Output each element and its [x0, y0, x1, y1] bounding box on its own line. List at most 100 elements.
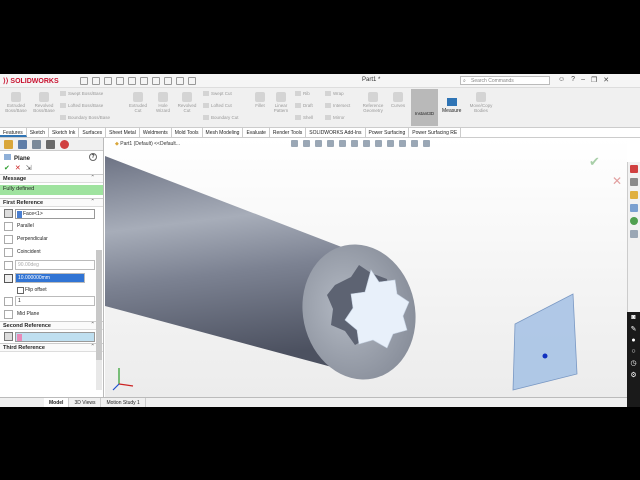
file-props-icon[interactable] — [176, 77, 184, 85]
revolved-boss-button[interactable]: Revolved Boss/Base — [30, 92, 58, 113]
mirror-button[interactable]: Mirror — [325, 115, 345, 120]
settings-icon[interactable]: ⚙ — [627, 371, 640, 379]
file-explorer-icon[interactable] — [630, 191, 638, 199]
config-manager-icon[interactable] — [32, 140, 41, 149]
user-icon[interactable]: ☺ — [558, 76, 565, 84]
parallel-option[interactable]: Parallel — [0, 220, 103, 233]
cancel-button[interactable]: ✕ — [15, 164, 21, 174]
tab-mesh-modeling[interactable]: Mesh Modeling — [203, 128, 244, 137]
tab-weldments[interactable]: Weldments — [140, 128, 172, 137]
save-icon[interactable] — [116, 77, 124, 85]
boundary-cut-button[interactable]: Boundary Cut — [203, 115, 239, 120]
swept-boss-button[interactable]: Swept Boss/Base — [60, 91, 103, 96]
lofted-boss-button[interactable]: Lofted Boss/Base — [60, 103, 103, 108]
coincident-option[interactable]: Coincident — [0, 246, 103, 259]
linear-pattern-button[interactable]: Linear Pattern — [270, 92, 292, 113]
home-icon[interactable] — [80, 77, 88, 85]
count-field[interactable]: 1 — [15, 296, 95, 306]
distance-row: 10.000000mm — [0, 272, 103, 285]
dimxpert-icon[interactable] — [46, 140, 55, 149]
appearances-icon[interactable] — [630, 217, 638, 225]
shell-button[interactable]: Shell — [295, 115, 313, 120]
ok-button[interactable]: ✔ — [4, 164, 10, 174]
tab-3d-views[interactable]: 3D Views — [69, 398, 102, 407]
panel-scrollbar[interactable] — [96, 250, 102, 390]
mid-plane-option[interactable]: Mid Plane — [0, 308, 103, 321]
extrude-icon — [11, 92, 21, 102]
graphics-area[interactable]: ◆ Part1 (Default) <<Default... ✔ ✕ — [105, 138, 627, 397]
recording-toolbar: ◙ ✎ ● ○ ◷ ⚙ — [627, 312, 640, 407]
tab-evaluate[interactable]: Evaluate — [243, 128, 270, 137]
fillet-button[interactable]: Fillet — [250, 92, 270, 108]
model-render — [105, 156, 578, 391]
tab-mold-tools[interactable]: Mold Tools — [172, 128, 203, 137]
tab-sketch-ink[interactable]: Sketch Ink — [49, 128, 80, 137]
tab-surfaces[interactable]: Surfaces — [79, 128, 107, 137]
reference-plane[interactable] — [512, 293, 578, 391]
custom-properties-icon[interactable] — [630, 230, 638, 238]
curves-button[interactable]: Curves — [388, 92, 408, 108]
tab-model[interactable]: Model — [44, 398, 70, 407]
undo-icon[interactable] — [140, 77, 148, 85]
property-manager-icon[interactable] — [18, 140, 27, 149]
help-icon[interactable]: ? — [89, 153, 97, 161]
minimize-icon[interactable]: – — [581, 76, 585, 84]
help-icon[interactable]: ? — [571, 76, 575, 84]
solidworks-resources-icon[interactable] — [630, 165, 638, 173]
design-library-icon[interactable] — [630, 178, 638, 186]
view-palette-icon[interactable] — [630, 204, 638, 212]
swept-cut-button[interactable]: Swept Cut — [203, 91, 232, 96]
camera-icon[interactable]: ◙ — [627, 314, 640, 321]
hole-wizard-button[interactable]: Hole Wizard — [151, 92, 175, 113]
hole-icon — [158, 92, 168, 102]
third-reference-header[interactable]: Third Reference — [0, 343, 103, 352]
perpendicular-option[interactable]: Perpendicular — [0, 233, 103, 246]
timer-icon[interactable]: ◷ — [627, 359, 640, 367]
move-copy-bodies-button[interactable]: Move/Copy Bodies — [466, 92, 496, 113]
mic-icon[interactable]: ● — [627, 337, 640, 344]
tab-power-surfacing[interactable]: Power Surfacing — [366, 128, 410, 137]
revolved-cut-button[interactable]: Revolved Cut — [175, 92, 199, 113]
pen-icon[interactable]: ✎ — [627, 325, 640, 333]
instant3d-button[interactable]: Instant3D — [411, 89, 438, 126]
first-reference-header[interactable]: First Reference — [0, 198, 103, 207]
display-manager-icon[interactable] — [60, 140, 69, 149]
print-icon[interactable] — [128, 77, 136, 85]
tab-power-surfacing-re[interactable]: Power Surfacing RE — [409, 128, 462, 137]
select-icon[interactable] — [152, 77, 160, 85]
intersect-button[interactable]: Intersect — [325, 103, 350, 108]
tab-sketch[interactable]: Sketch — [27, 128, 50, 137]
tab-render-tools[interactable]: Render Tools — [270, 128, 307, 137]
feature-tree-icon[interactable] — [4, 140, 13, 149]
boundary-boss-button[interactable]: Boundary Boss/Base — [60, 115, 110, 120]
flip-offset-checkbox[interactable]: Flip offset — [0, 285, 103, 295]
extruded-boss-button[interactable]: Extruded Boss/Base — [2, 92, 30, 113]
search-commands-input[interactable]: Search Commands — [460, 76, 550, 85]
tab-addins[interactable]: SOLIDWORKS Add-Ins — [306, 128, 366, 137]
rib-button[interactable]: Rib — [295, 91, 310, 96]
second-reference-header[interactable]: Second Reference — [0, 321, 103, 330]
tab-motion-study[interactable]: Motion Study 1 — [101, 398, 146, 407]
close-icon[interactable]: ✕ — [603, 76, 609, 84]
first-reference-box[interactable]: Face<1> — [15, 209, 95, 219]
record-icon[interactable]: ○ — [627, 348, 640, 355]
distance-field[interactable]: 10.000000mm — [15, 273, 85, 283]
lofted-cut-button[interactable]: Lofted Cut — [203, 103, 232, 108]
open-icon[interactable] — [104, 77, 112, 85]
reference-geometry-button[interactable]: Reference Geometry — [360, 92, 386, 113]
rebuild-icon[interactable] — [164, 77, 172, 85]
measure-button[interactable]: Measure — [442, 98, 461, 114]
options-icon[interactable] — [188, 77, 196, 85]
draft-button[interactable]: Draft — [295, 103, 313, 108]
wrap-button[interactable]: Wrap — [325, 91, 344, 96]
pin-icon[interactable]: ⇲ — [26, 164, 32, 174]
tab-features[interactable]: Features — [0, 128, 27, 137]
scroll-thumb[interactable] — [96, 250, 102, 360]
second-reference-box[interactable] — [15, 332, 95, 342]
angle-field[interactable]: 90.00deg — [15, 260, 95, 270]
message-header[interactable]: Message — [0, 174, 103, 183]
extruded-cut-button[interactable]: Extruded Cut — [125, 92, 151, 113]
restore-icon[interactable]: ❐ — [591, 76, 597, 84]
tab-sheet-metal[interactable]: Sheet Metal — [106, 128, 140, 137]
new-icon[interactable] — [92, 77, 100, 85]
